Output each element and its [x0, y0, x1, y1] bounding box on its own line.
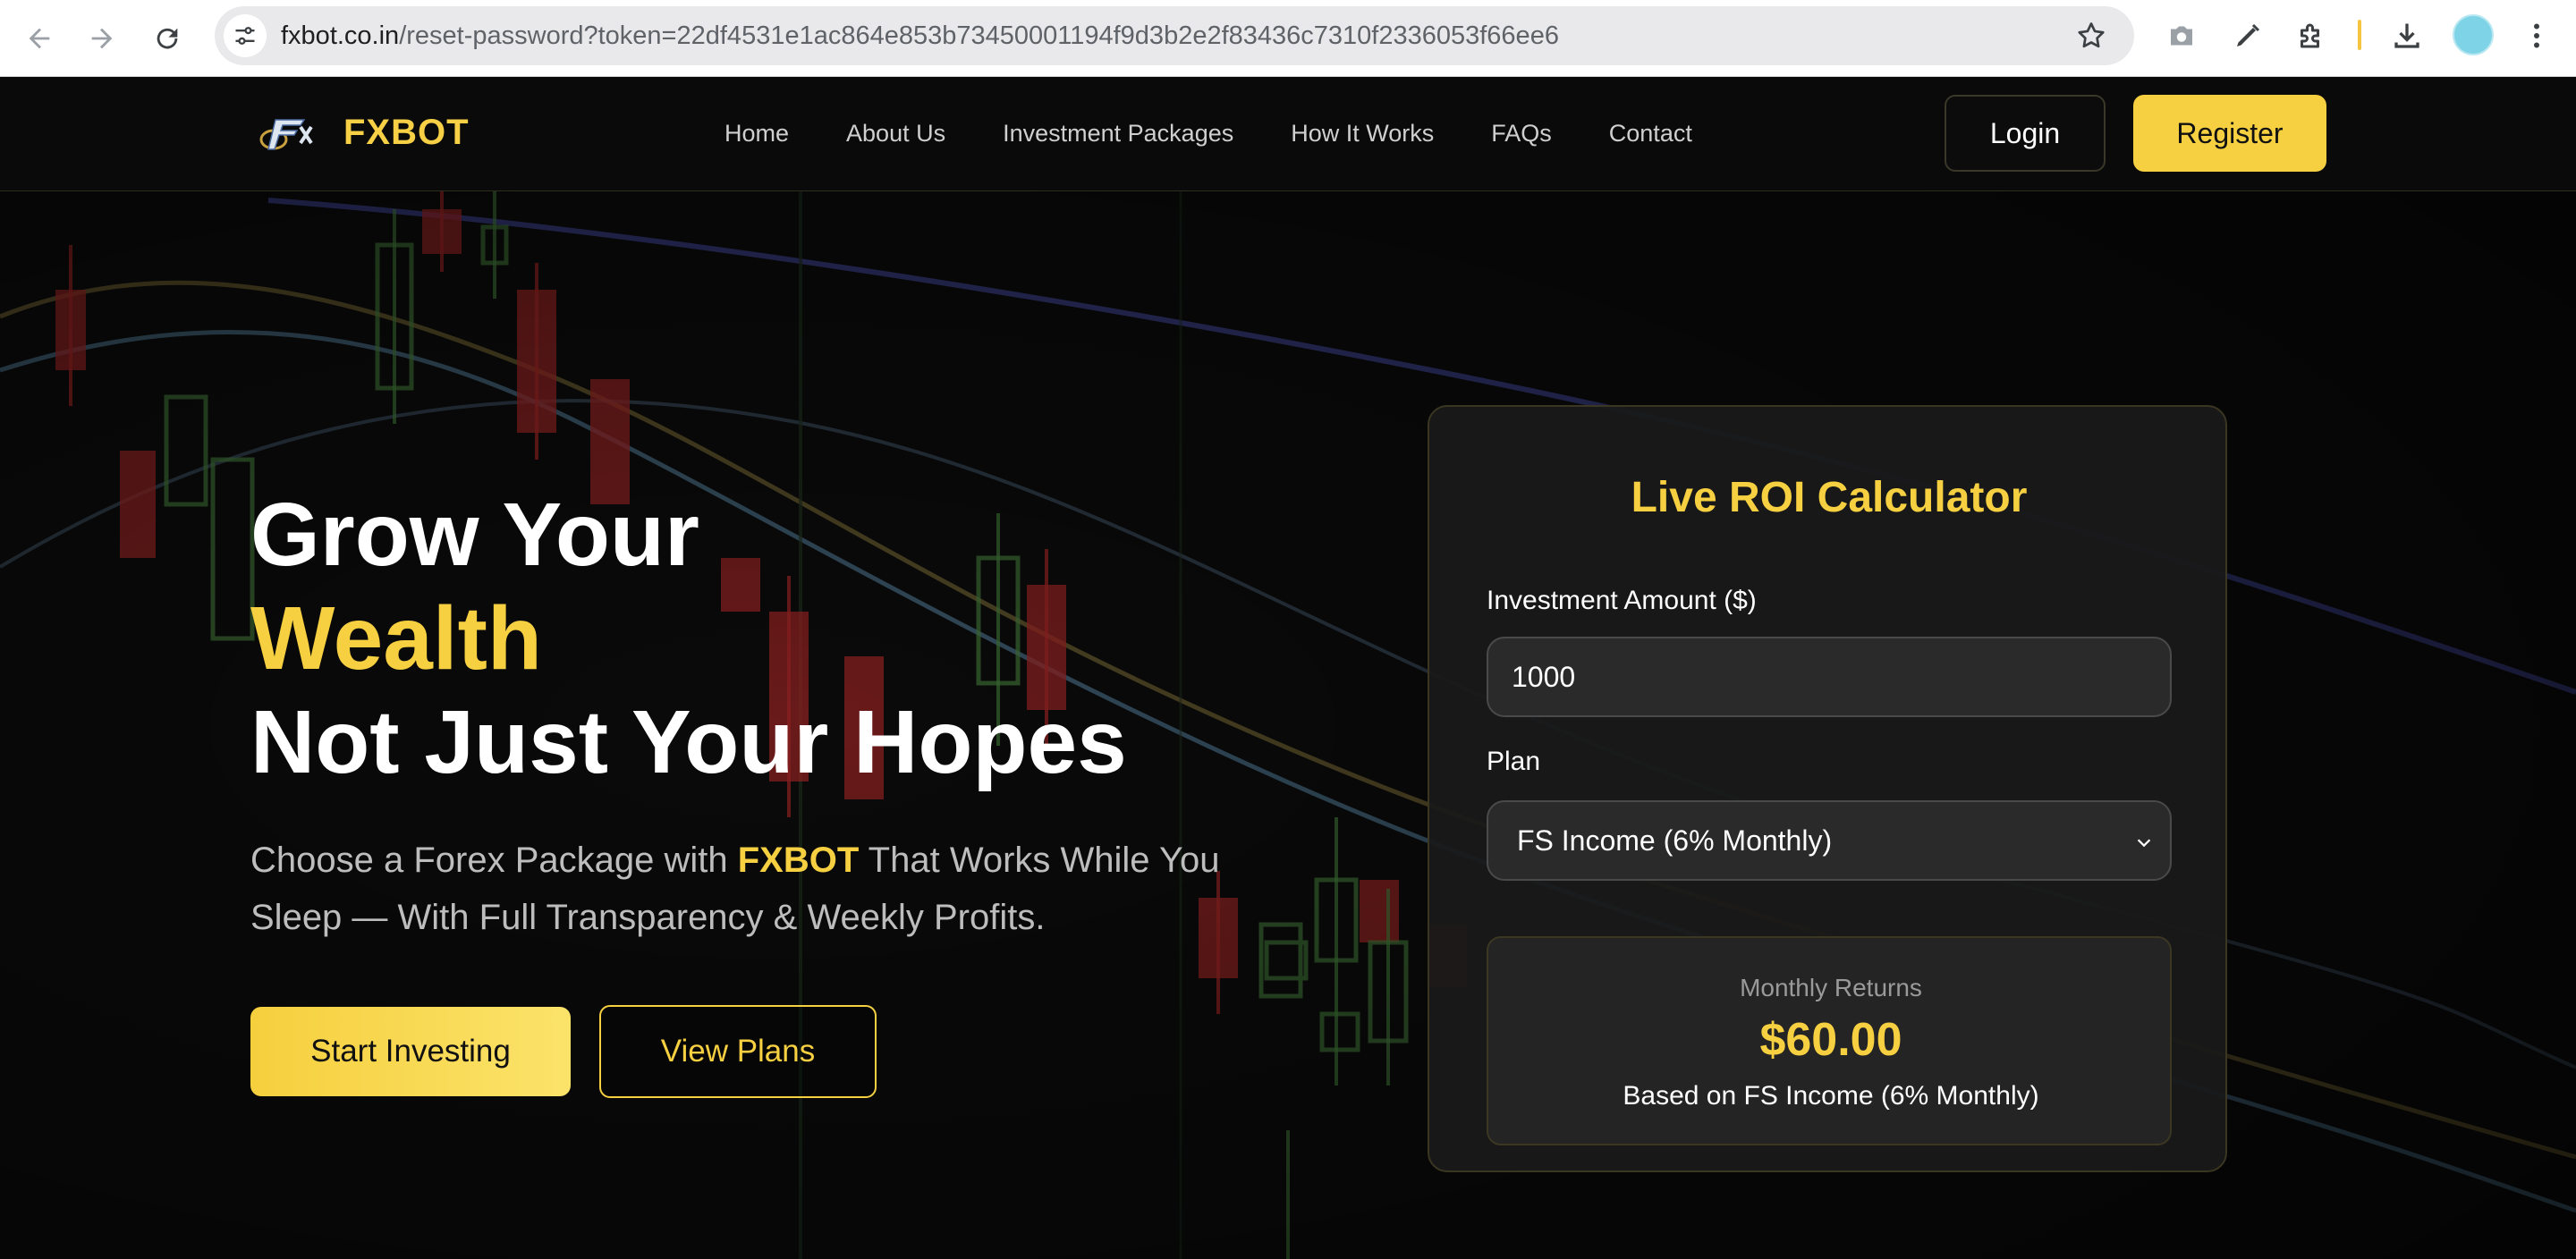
- reload-icon[interactable]: [143, 14, 191, 63]
- hero-subtitle: Choose a Forex Package with FXBOT That W…: [250, 832, 1252, 946]
- menu-about-us[interactable]: About Us: [846, 120, 945, 148]
- chevron-down-icon: [2137, 839, 2151, 848]
- investment-amount-label: Investment Amount ($): [1487, 586, 1757, 615]
- more-menu-icon[interactable]: [2519, 18, 2555, 54]
- monthly-returns-value: $60.00: [1759, 1014, 1902, 1066]
- monthly-returns-label: Monthly Returns: [1740, 974, 1922, 1001]
- menu-investment-packages[interactable]: Investment Packages: [1003, 120, 1233, 148]
- menu-home[interactable]: Home: [724, 120, 789, 148]
- profile-avatar[interactable]: [2453, 14, 2494, 55]
- address-bar[interactable]: fxbot.co.in/reset-password?token=22df453…: [215, 6, 2134, 65]
- plan-select[interactable]: FS Income (6% Monthly): [1487, 800, 2172, 881]
- url-text[interactable]: fxbot.co.in/reset-password?token=22df453…: [281, 6, 1559, 65]
- back-icon[interactable]: [15, 14, 64, 63]
- plan-label: Plan: [1487, 747, 1541, 776]
- toolbar-divider: [2358, 20, 2361, 50]
- headline-line-2: Wealth: [250, 588, 542, 689]
- roi-calculator-card: Live ROI Calculator Investment Amount ($…: [1428, 405, 2227, 1172]
- fxbot-logo-icon[interactable]: [256, 114, 318, 154]
- login-button[interactable]: Login: [1945, 95, 2106, 172]
- headline-line-3: Not Just Your Hopes: [250, 692, 1127, 792]
- bookmark-star-icon[interactable]: [2075, 20, 2107, 52]
- calculator-title: Live ROI Calculator: [1631, 474, 2028, 521]
- monthly-returns-box: Monthly Returns $60.00 Based on FS Incom…: [1487, 936, 2172, 1145]
- menu-faqs[interactable]: FAQs: [1491, 120, 1552, 148]
- url-path: /reset-password?token=22df4531e1ac864e85…: [399, 21, 1559, 50]
- brand-name[interactable]: FXBOT: [343, 113, 470, 153]
- url-host: fxbot.co.in: [281, 21, 400, 50]
- extensions-icon[interactable]: [2293, 18, 2329, 54]
- forward-icon[interactable]: [78, 14, 126, 63]
- website: FXBOT Home About Us Investment Packages …: [0, 77, 2576, 1259]
- investment-amount-input[interactable]: 1000: [1487, 637, 2172, 717]
- plan-select-value: FS Income (6% Monthly): [1517, 824, 1833, 857]
- hero-headline: Grow Your Wealth Not Just Your Hopes: [250, 483, 1127, 794]
- start-investing-button[interactable]: Start Investing: [250, 1007, 571, 1096]
- site-info-icon[interactable]: [224, 14, 267, 57]
- register-button[interactable]: Register: [2133, 95, 2326, 172]
- monthly-returns-note: Based on FS Income (6% Monthly): [1623, 1081, 2039, 1111]
- camera-icon[interactable]: [2164, 18, 2199, 54]
- headline-line-1: Grow Your: [250, 485, 699, 585]
- view-plans-button[interactable]: View Plans: [599, 1005, 877, 1098]
- menu-how-it-works[interactable]: How It Works: [1291, 120, 1434, 148]
- browser-toolbar: fxbot.co.in/reset-password?token=22df453…: [0, 0, 2576, 77]
- menu-contact[interactable]: Contact: [1609, 120, 1692, 148]
- pen-icon[interactable]: [2230, 18, 2266, 54]
- download-icon[interactable]: [2389, 18, 2425, 54]
- main-menu: Home About Us Investment Packages How It…: [724, 120, 1750, 148]
- subtitle-text-start: Choose a Forex Package with: [250, 841, 738, 880]
- site-header: FXBOT Home About Us Investment Packages …: [0, 77, 2576, 191]
- subtitle-brand: FXBOT: [737, 841, 860, 880]
